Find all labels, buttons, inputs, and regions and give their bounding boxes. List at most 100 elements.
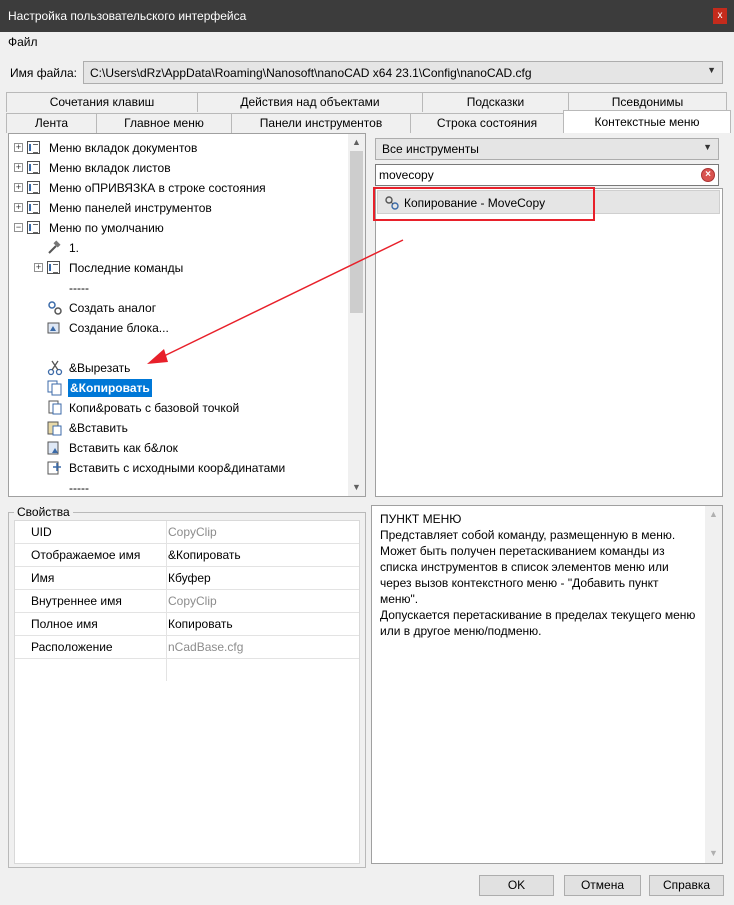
property-value[interactable]: &Копировать (168, 548, 241, 562)
property-value[interactable]: Кбуфер (168, 571, 211, 585)
tree-item-label: Меню оПРИВЯЗКА в строке состояния (49, 181, 266, 195)
tab-aliases[interactable]: Псевдонимы (568, 92, 727, 112)
tree-item[interactable]: + Меню панелей инструментов (9, 199, 349, 217)
tab-toolbars[interactable]: Панели инструментов (231, 113, 411, 133)
clear-search-icon[interactable]: × (701, 168, 715, 182)
scroll-down-icon[interactable]: ▼ (709, 848, 718, 858)
close-button[interactable]: x (713, 8, 727, 24)
property-row[interactable]: Полное имя Копировать (15, 613, 359, 636)
tool-results-list[interactable]: Копирование - MoveCopy (375, 188, 723, 497)
window-title: Настройка пользовательского интерфейса (8, 9, 247, 23)
tool-filter-combo[interactable]: Все инструменты ▼ (375, 138, 719, 160)
description-line: меню". (380, 592, 419, 606)
expand-icon[interactable]: + (14, 163, 23, 172)
tool-search-input[interactable]: movecopy × (375, 164, 719, 186)
tree-item[interactable]: + Меню оПРИВЯЗКА в строке состояния (9, 179, 349, 197)
menu-icon (27, 161, 40, 174)
property-row[interactable]: UID CopyClip (15, 521, 359, 544)
property-key: UID (31, 525, 52, 539)
property-value: CopyClip (168, 525, 217, 539)
tree-item[interactable]: Создание блока... (9, 319, 349, 337)
property-row[interactable]: Отображаемое имя &Копировать (15, 544, 359, 567)
paste-icon (47, 421, 62, 436)
tree-item[interactable]: + Меню вкладок листов (9, 159, 349, 177)
chevron-down-icon[interactable]: ▼ (703, 142, 712, 152)
separator-label: ----- (69, 481, 89, 495)
property-row[interactable]: Имя Кбуфер (15, 567, 359, 590)
file-name-combo[interactable]: C:\Users\dRz\AppData\Roaming\Nanosoft\na… (83, 61, 723, 84)
expand-icon[interactable]: + (14, 203, 23, 212)
tree-item[interactable]: &Вырезать (9, 359, 349, 377)
tab-shortcuts[interactable]: Сочетания клавиш (6, 92, 198, 112)
ok-button[interactable]: OK (479, 875, 554, 896)
collapse-icon[interactable]: − (14, 223, 23, 232)
file-name-value: C:\Users\dRz\AppData\Roaming\Nanosoft\na… (90, 66, 532, 80)
tree-item[interactable]: 1. (9, 239, 349, 257)
scroll-thumb[interactable] (350, 151, 363, 313)
tree-item-label: 1. (69, 241, 80, 255)
menu-tree[interactable]: + Меню вкладок документов + Меню вкладок… (8, 133, 366, 497)
expand-icon[interactable]: + (34, 263, 43, 272)
menu-icon (47, 261, 60, 274)
property-key: Отображаемое имя (31, 548, 141, 562)
help-button[interactable]: Справка (649, 875, 724, 896)
property-row[interactable]: Расположение nCadBase.cfg (15, 636, 359, 659)
property-key: Имя (31, 571, 55, 585)
tree-item[interactable]: Создать аналог (9, 299, 349, 317)
separator-label: ----- (69, 281, 89, 295)
tab-object-actions[interactable]: Действия над объектами (197, 92, 423, 112)
tree-item[interactable]: Вставить с исходными коор&динатами (9, 459, 349, 477)
expand-icon[interactable]: + (14, 183, 23, 192)
tree-item[interactable]: + Последние команды (9, 259, 349, 277)
tab-context-menus[interactable]: Контекстные меню (563, 110, 731, 133)
copy-base-point-icon (48, 400, 62, 415)
chevron-down-icon[interactable]: ▼ (707, 65, 716, 75)
menu-icon (27, 181, 40, 194)
tab-ribbon[interactable]: Лента (6, 113, 97, 133)
file-name-label: Имя файла: (10, 66, 77, 80)
scroll-up-icon[interactable]: ▲ (352, 137, 361, 147)
menu-file[interactable]: Файл (8, 35, 38, 49)
description-line: через вызов контекстного меню - "Добавит… (380, 576, 659, 590)
tree-item[interactable]: Вставить как б&лок (9, 439, 349, 457)
tree-item[interactable]: &Вставить (9, 419, 349, 437)
tree-item-label: Последние команды (69, 261, 184, 275)
property-row[interactable]: Внутреннее имя CopyClip (15, 590, 359, 613)
create-block-icon (47, 322, 60, 334)
tree-item-label: &Копировать (68, 379, 152, 397)
description-text: ПУНКТ МЕНЮ Представляет собой команду, р… (380, 511, 700, 639)
scroll-up-icon[interactable]: ▲ (709, 509, 718, 519)
title-bar: Настройка пользовательского интерфейса x (0, 0, 734, 32)
tree-item-label: &Вырезать (69, 361, 131, 375)
tree-item[interactable]: − Меню по умолчанию (9, 219, 349, 237)
tab-main-menu[interactable]: Главное меню (96, 113, 232, 133)
description-line: списка инструментов в список элементов м… (380, 560, 669, 574)
tree-separator[interactable]: ----- (9, 279, 349, 297)
tree-item[interactable]: + Меню вкладок документов (9, 139, 349, 157)
tab-status-bar[interactable]: Строка состояния (410, 113, 564, 133)
tree-item-label: Создать аналог (69, 301, 157, 315)
menu-icon (27, 141, 40, 154)
tab-tooltips[interactable]: Подсказки (422, 92, 569, 112)
tree-separator[interactable]: ----- (9, 479, 349, 496)
tree-item[interactable]: Копи&ровать с базовой точкой (9, 399, 349, 417)
tree-item-label: Меню вкладок документов (49, 141, 198, 155)
hammer-icon (48, 240, 61, 254)
cancel-button[interactable]: Отмена (564, 875, 641, 896)
description-line: или в другое меню/подменю. (380, 624, 542, 638)
tree-item-label: Создание блока... (69, 321, 169, 335)
description-line: Может быть получен перетаскиванием коман… (380, 544, 665, 558)
property-value[interactable]: Копировать (168, 617, 233, 631)
tree-item-label: Меню панелей инструментов (49, 201, 212, 215)
expand-icon[interactable]: + (14, 143, 23, 152)
paste-original-coords-icon (47, 461, 61, 475)
description-scrollbar[interactable]: ▲ ▼ (705, 506, 722, 863)
tree-scrollbar[interactable]: ▲ ▼ (348, 134, 365, 496)
property-value: nCadBase.cfg (168, 640, 244, 654)
properties-grid[interactable]: UID CopyClip Отображаемое имя &Копироват… (14, 520, 360, 864)
tree-item-selected[interactable]: &Копировать (9, 379, 349, 397)
paste-block-icon (47, 441, 59, 455)
property-value: CopyClip (168, 594, 217, 608)
properties-title: Свойства (14, 505, 73, 519)
scroll-down-icon[interactable]: ▼ (352, 482, 361, 492)
